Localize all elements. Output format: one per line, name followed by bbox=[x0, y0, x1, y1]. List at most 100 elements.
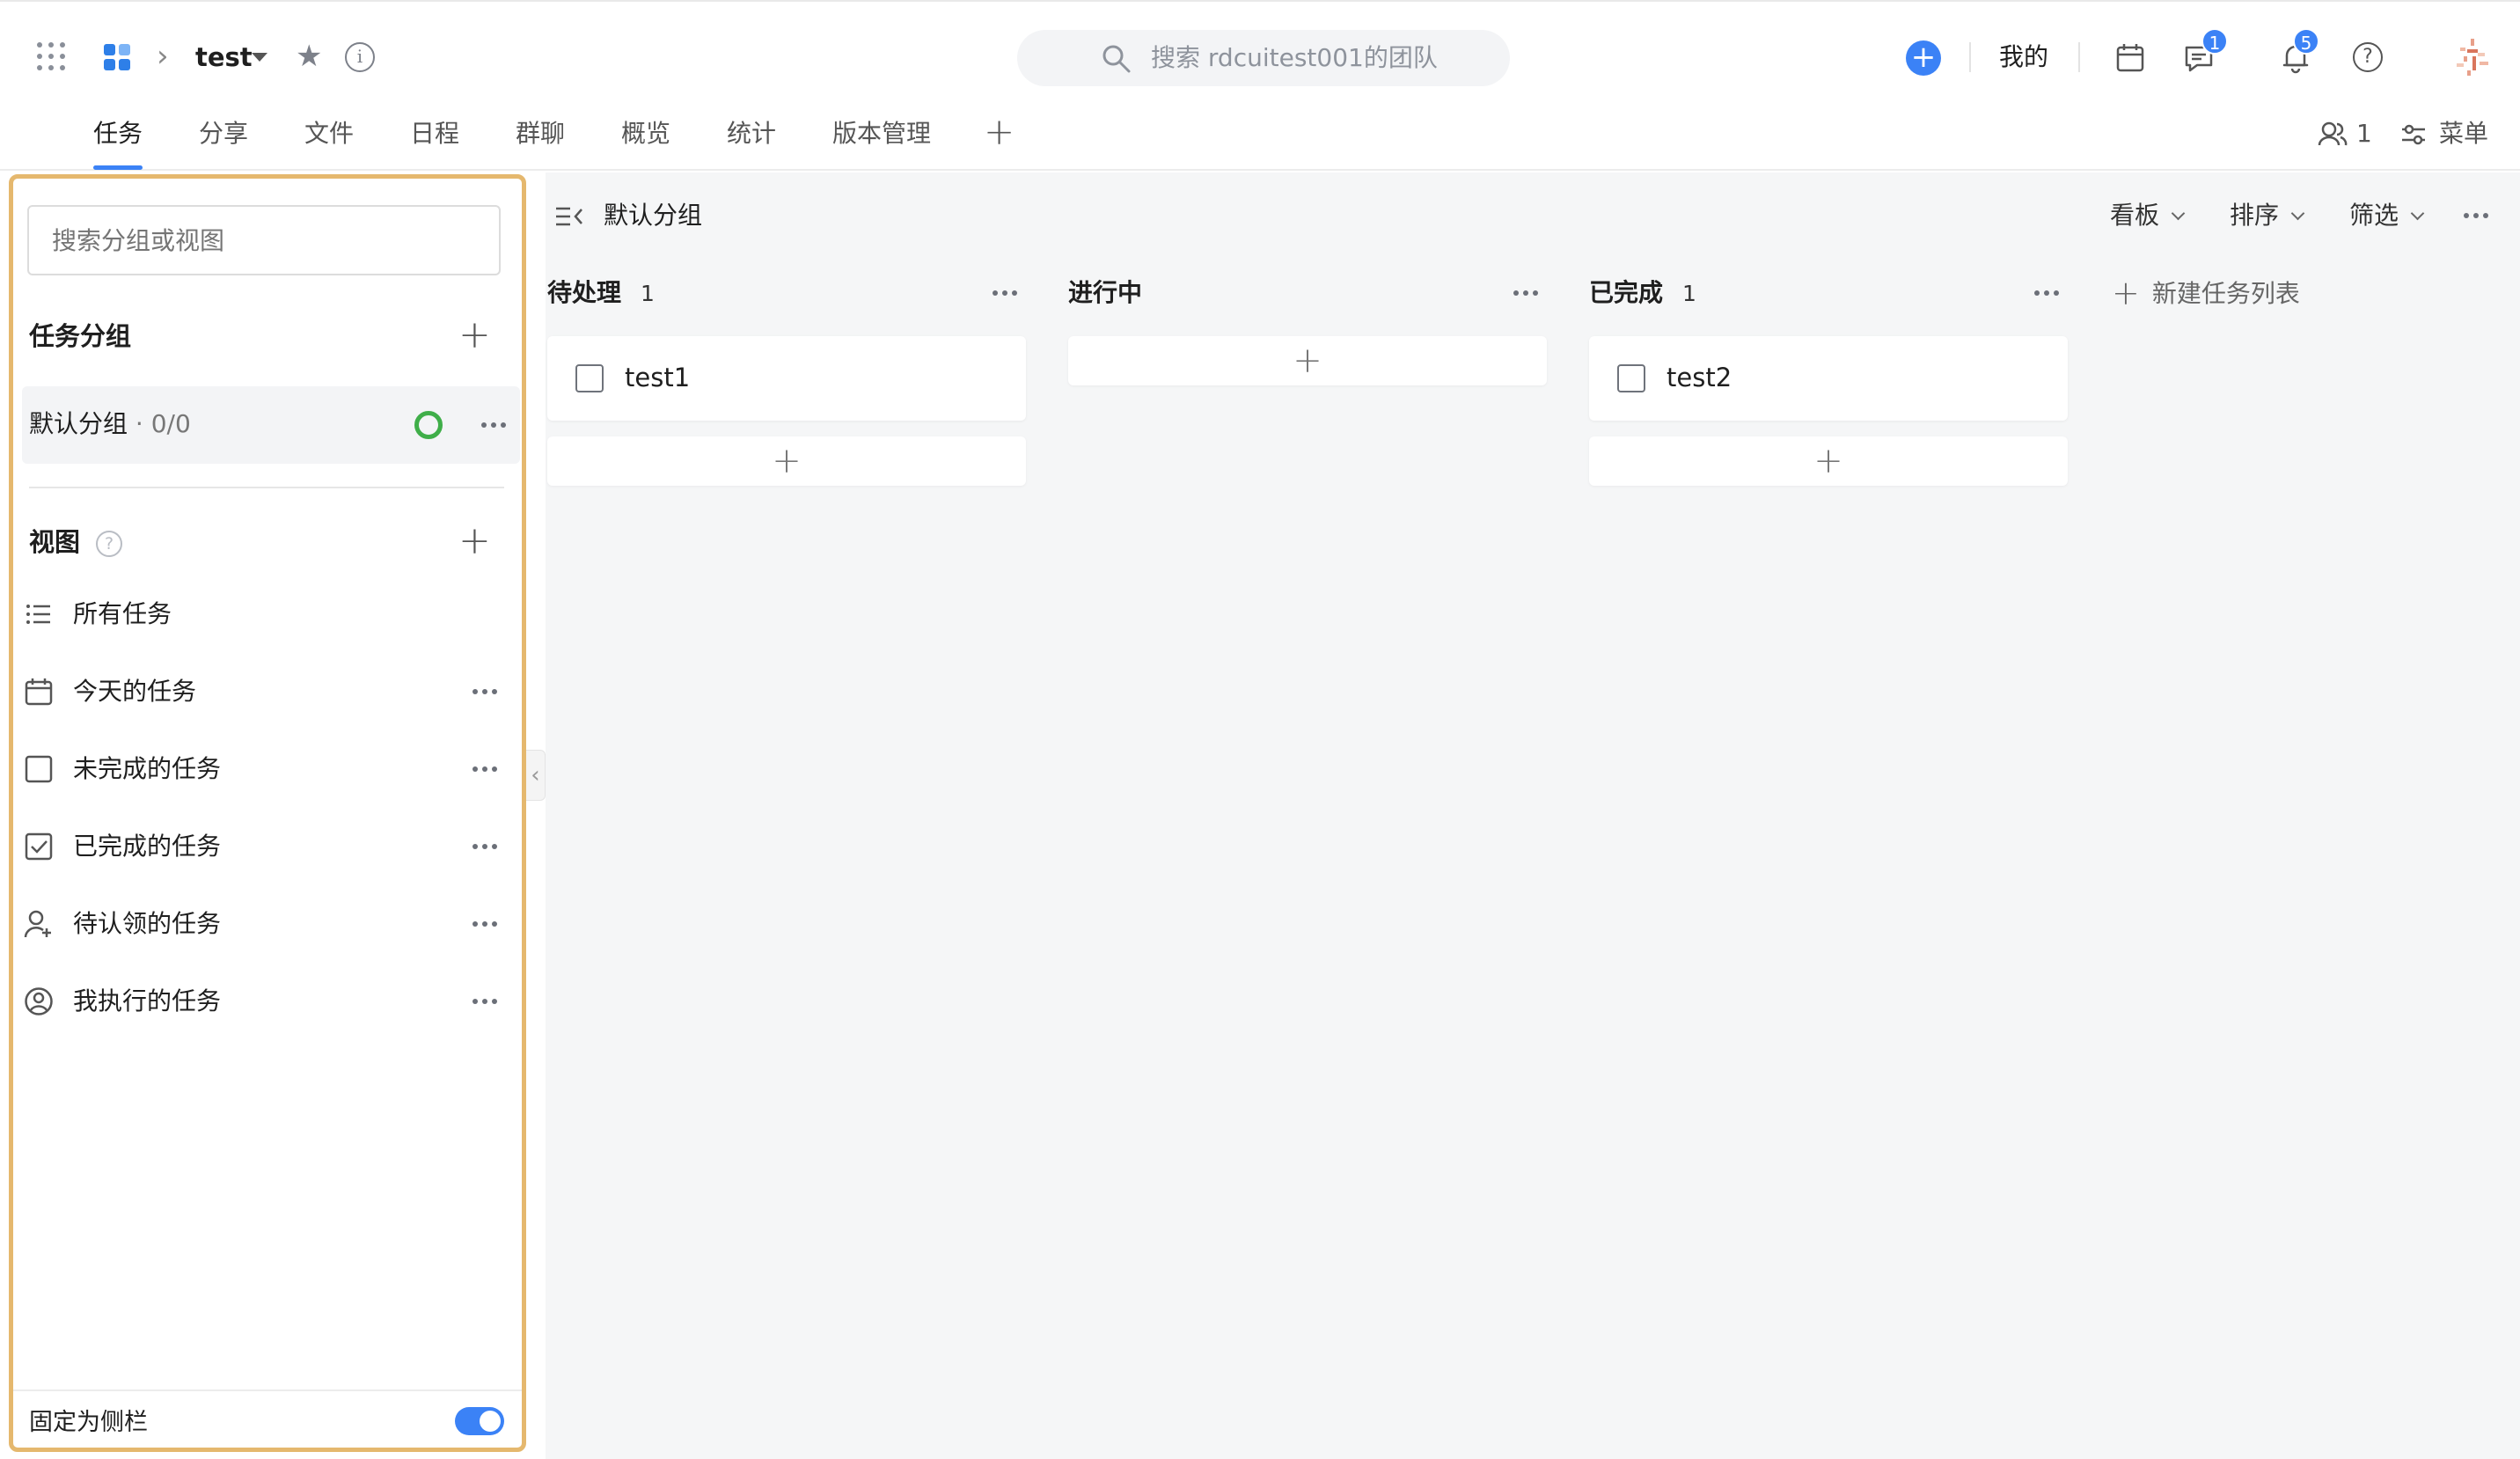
view-label: 所有任务 bbox=[73, 599, 172, 628]
settings-sliders-icon bbox=[2402, 124, 2425, 145]
column-title-in-progress: 进行中 bbox=[1068, 278, 1143, 307]
help-icon[interactable]: ? bbox=[2353, 42, 2383, 72]
user-add-icon bbox=[24, 910, 51, 938]
plus-icon: + bbox=[1813, 441, 1843, 481]
more-icon[interactable] bbox=[472, 999, 497, 1004]
view-label: 待认领的任务 bbox=[73, 909, 222, 938]
menu-button[interactable]: 菜单 bbox=[2400, 118, 2488, 150]
info-icon[interactable]: i bbox=[345, 42, 375, 72]
collapse-sidebar-handle[interactable]: ‹ bbox=[526, 750, 546, 801]
divider bbox=[13, 1389, 522, 1391]
checkbox-checked-icon bbox=[25, 832, 53, 861]
tab-statistics[interactable]: 统计 bbox=[727, 118, 776, 150]
tab-bar: 任务 分享 文件 日程 群聊 概览 统计 版本管理 + 1 菜单 bbox=[0, 99, 2520, 171]
notifications-badge: 5 bbox=[2293, 28, 2319, 55]
sidebar-panel: 任务分组 + 默认分组 · 0/0 视图? + 所有任务 bbox=[9, 174, 526, 1452]
calendar-icon[interactable] bbox=[2113, 40, 2147, 74]
sidebar-item-default-group[interactable]: 默认分组 · 0/0 bbox=[22, 386, 520, 464]
project-name[interactable]: test bbox=[195, 40, 253, 74]
messages-badge: 1 bbox=[2201, 28, 2228, 55]
add-tab-button[interactable]: + bbox=[984, 113, 1015, 151]
add-view-button[interactable]: + bbox=[458, 522, 491, 561]
sort-label: 排序 bbox=[2230, 201, 2280, 230]
filter-dropdown[interactable]: 筛选 bbox=[2349, 199, 2425, 232]
search-placeholder: 搜索 rdcuitest001的团队 bbox=[1151, 43, 1438, 72]
more-icon[interactable] bbox=[472, 689, 497, 694]
view-mode-dropdown[interactable]: 看板 bbox=[2110, 199, 2186, 232]
column-title-todo: 待处理 bbox=[547, 278, 622, 307]
chevron-down-icon bbox=[2410, 206, 2425, 221]
group-count: · 0/0 bbox=[128, 409, 191, 438]
members-button[interactable]: 1 bbox=[2318, 118, 2372, 150]
column-more-icon[interactable] bbox=[993, 290, 1017, 296]
view-mode-label: 看板 bbox=[2110, 201, 2160, 230]
tab-tasks[interactable]: 任务 bbox=[93, 118, 143, 150]
user-avatar[interactable] bbox=[2451, 35, 2495, 79]
views-heading: 视图? bbox=[29, 525, 123, 559]
app-root: › test ★ i 搜索 rdcuitest001的团队 + 我的 1 5 ?… bbox=[0, 0, 2520, 1459]
more-icon[interactable] bbox=[472, 921, 497, 927]
progress-ring-icon bbox=[414, 411, 443, 439]
global-search-input[interactable]: 搜索 rdcuitest001的团队 bbox=[1017, 30, 1510, 86]
menu-label: 菜单 bbox=[2439, 119, 2489, 148]
add-task-button[interactable]: + bbox=[1068, 336, 1547, 385]
task-checkbox[interactable] bbox=[575, 364, 604, 392]
calendar-icon bbox=[25, 678, 53, 706]
column-title-done: 已完成 bbox=[1589, 278, 1664, 307]
tab-group-chat[interactable]: 群聊 bbox=[516, 118, 565, 150]
sidebar-item-my-tasks[interactable]: 我执行的任务 bbox=[20, 976, 518, 1029]
members-count: 1 bbox=[2356, 119, 2372, 148]
toggle-sidebar-icon[interactable] bbox=[554, 202, 586, 231]
sidebar-search-input[interactable] bbox=[27, 205, 501, 275]
tab-share[interactable]: 分享 bbox=[199, 118, 248, 150]
create-button[interactable]: + bbox=[1906, 40, 1941, 76]
add-task-button[interactable]: + bbox=[1589, 436, 2068, 486]
chevron-down-icon bbox=[2290, 206, 2305, 221]
app-launcher-icon[interactable] bbox=[37, 42, 65, 70]
task-card[interactable]: test1 bbox=[547, 336, 1026, 421]
view-label: 已完成的任务 bbox=[73, 832, 222, 861]
board-more-icon[interactable] bbox=[2464, 213, 2488, 218]
tab-overview[interactable]: 概览 bbox=[621, 118, 670, 150]
more-icon[interactable] bbox=[472, 766, 497, 772]
more-icon[interactable] bbox=[472, 844, 497, 849]
tab-files[interactable]: 文件 bbox=[304, 118, 354, 150]
column-count-todo: 1 bbox=[641, 281, 655, 306]
mine-link[interactable]: 我的 bbox=[1999, 40, 2048, 74]
divider bbox=[29, 487, 504, 488]
task-card[interactable]: test2 bbox=[1589, 336, 2068, 421]
plus-icon: + bbox=[2112, 274, 2140, 312]
sort-dropdown[interactable]: 排序 bbox=[2230, 199, 2305, 232]
plus-icon: + bbox=[772, 441, 802, 481]
task-checkbox[interactable] bbox=[1617, 364, 1645, 392]
column-count-done: 1 bbox=[1682, 281, 1696, 306]
help-icon[interactable]: ? bbox=[96, 531, 123, 557]
pin-sidebar-toggle[interactable] bbox=[455, 1407, 504, 1435]
tab-schedule[interactable]: 日程 bbox=[410, 118, 459, 150]
pin-sidebar-label: 固定为侧栏 bbox=[29, 1409, 148, 1436]
more-icon[interactable] bbox=[481, 422, 506, 428]
add-group-button[interactable]: + bbox=[458, 316, 491, 355]
sidebar-item-completed-tasks[interactable]: 已完成的任务 bbox=[20, 821, 518, 874]
search-icon bbox=[1102, 45, 1131, 73]
view-label: 今天的任务 bbox=[73, 677, 197, 706]
active-tab-indicator bbox=[93, 165, 143, 170]
sidebar-item-incomplete-tasks[interactable]: 未完成的任务 bbox=[20, 744, 518, 796]
divider bbox=[1969, 42, 1971, 72]
column-more-icon[interactable] bbox=[2034, 290, 2059, 296]
project-logo-icon bbox=[104, 44, 130, 70]
sidebar-item-unclaimed-tasks[interactable]: 待认领的任务 bbox=[20, 898, 518, 951]
add-task-button[interactable]: + bbox=[547, 436, 1026, 486]
new-task-list-label: 新建任务列表 bbox=[2151, 279, 2300, 308]
column-more-icon[interactable] bbox=[1513, 290, 1538, 296]
tab-version-management[interactable]: 版本管理 bbox=[832, 118, 931, 150]
view-label: 未完成的任务 bbox=[73, 754, 222, 783]
new-task-list-button[interactable]: + 新建任务列表 bbox=[2112, 276, 2300, 311]
chevron-down-icon bbox=[2171, 206, 2186, 221]
star-icon[interactable]: ★ bbox=[296, 39, 322, 74]
project-dropdown-icon[interactable] bbox=[252, 53, 267, 62]
list-icon bbox=[26, 605, 50, 624]
sidebar-item-all-tasks[interactable]: 所有任务 bbox=[20, 589, 518, 642]
sidebar-item-today-tasks[interactable]: 今天的任务 bbox=[20, 666, 518, 719]
view-label: 我执行的任务 bbox=[73, 986, 222, 1015]
